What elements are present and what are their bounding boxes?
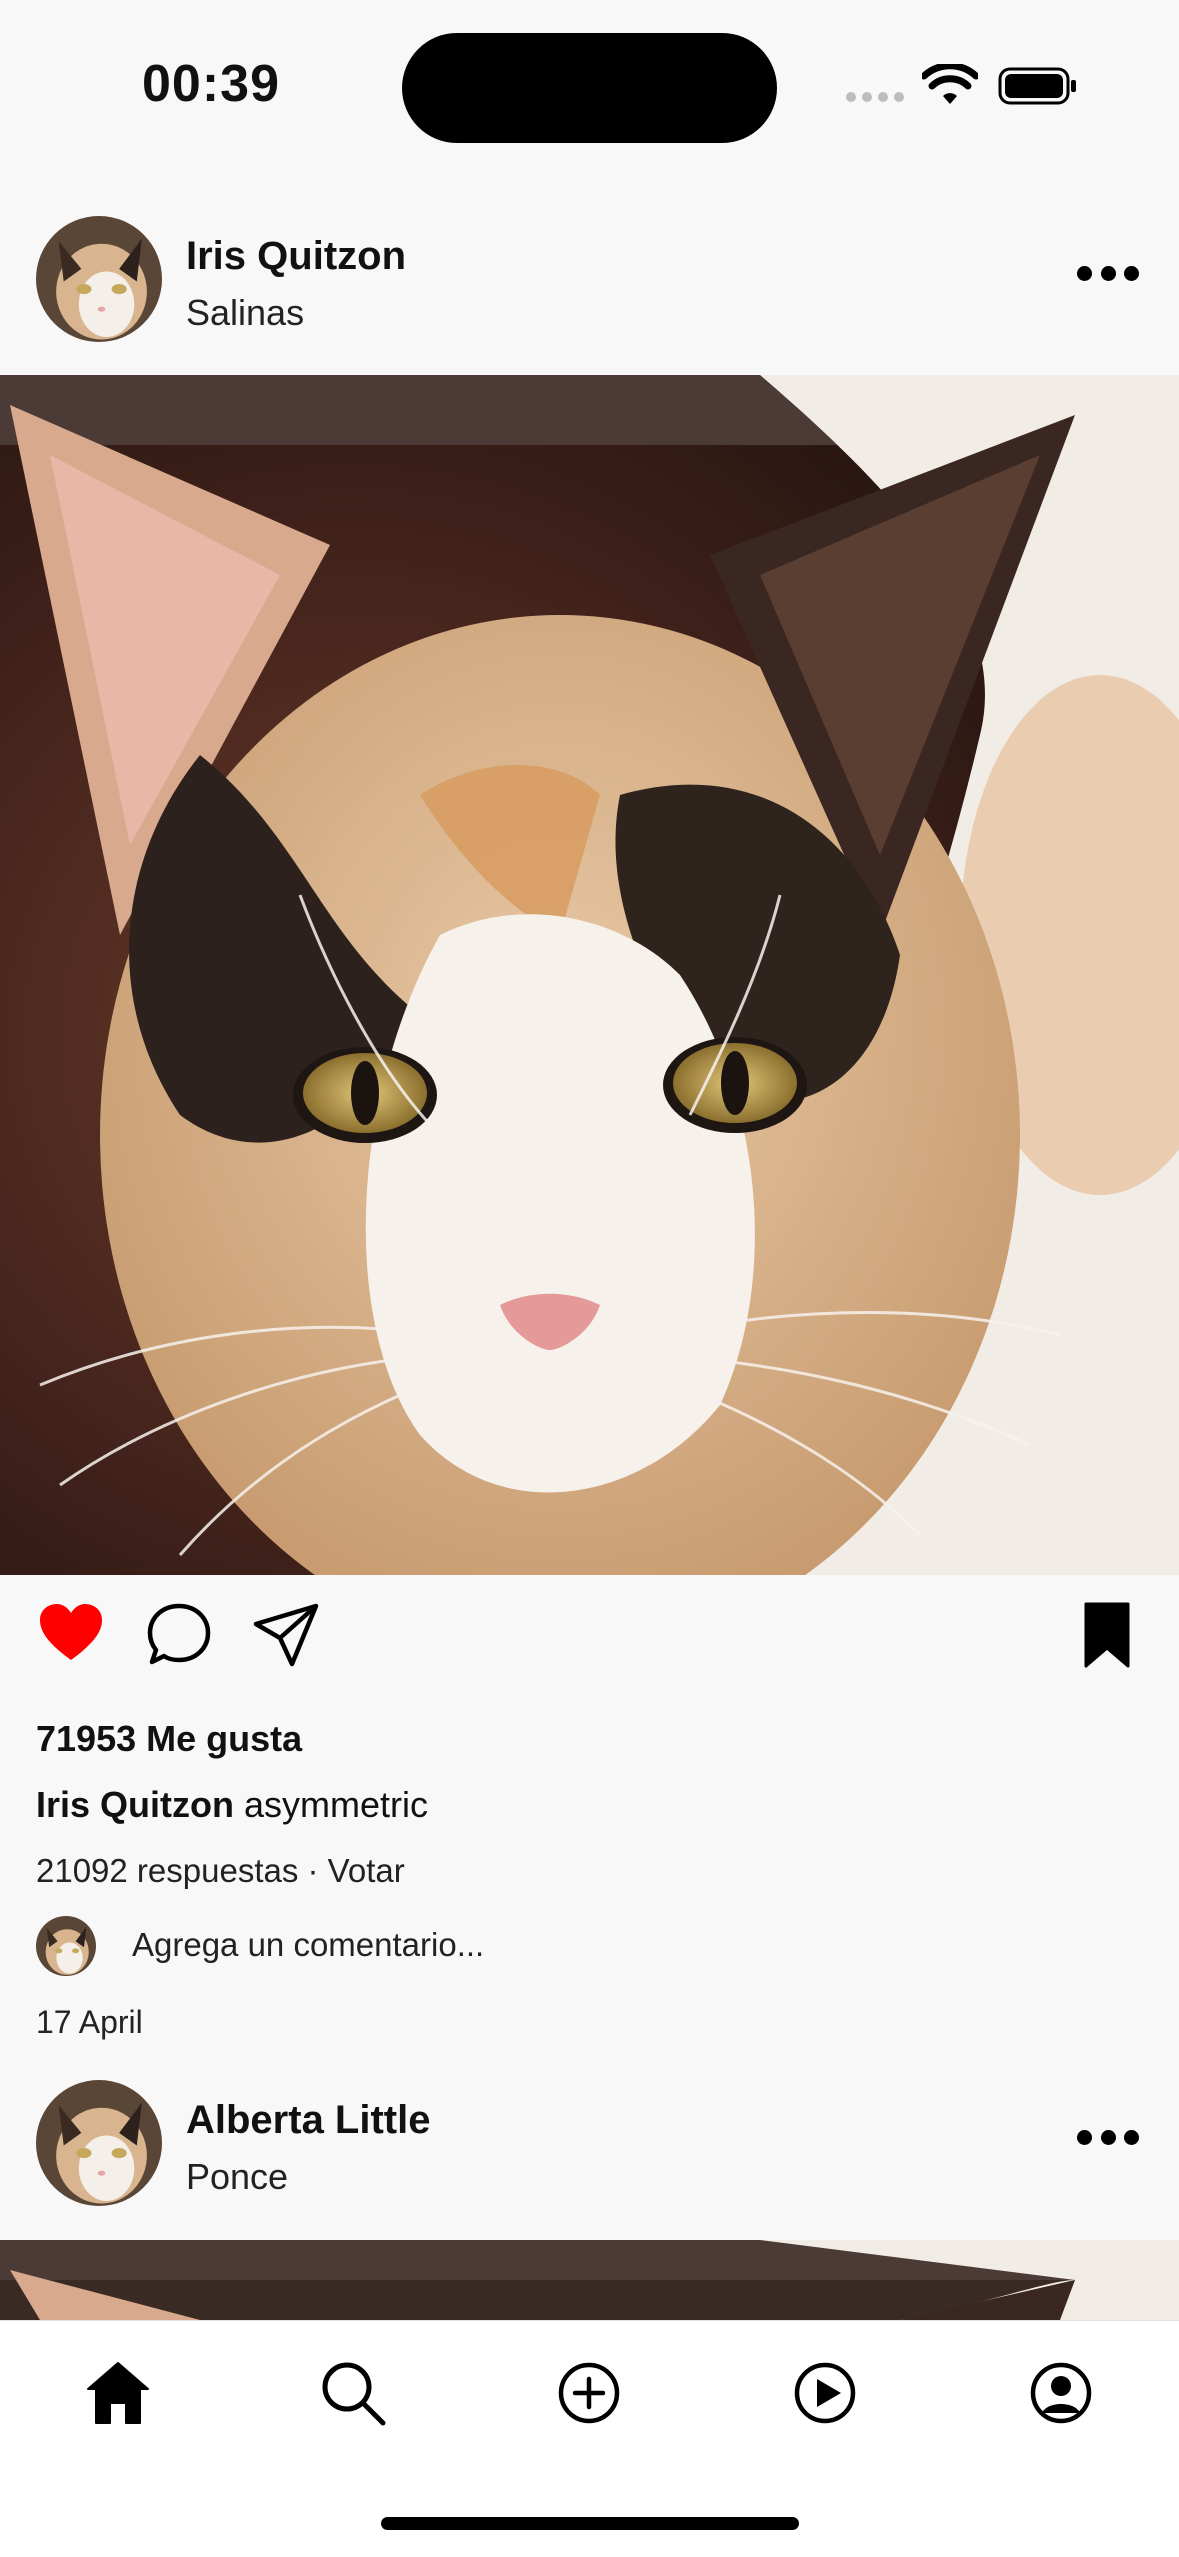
home-indicator[interactable]	[381, 2517, 799, 2530]
post-username[interactable]: Alberta Little	[186, 2098, 430, 2143]
comment-bubble-icon[interactable]	[144, 1600, 214, 1670]
post-image[interactable]	[0, 2240, 1179, 2320]
search-icon[interactable]	[317, 2357, 389, 2429]
add-comment-row[interactable]: Agrega un comentario...	[36, 1914, 736, 1980]
more-options-icon[interactable]	[1077, 258, 1139, 288]
status-bar: 00:39	[0, 0, 1179, 170]
avatar[interactable]	[36, 216, 162, 342]
post-date: 17 April	[36, 2004, 143, 2040]
post-actions	[0, 1600, 1179, 1690]
post-image[interactable]	[0, 375, 1179, 1575]
post-header: Iris Quitzon Salinas	[0, 196, 1179, 356]
heart-icon[interactable]	[36, 1600, 106, 1670]
wifi-icon	[922, 64, 978, 104]
status-time: 00:39	[142, 55, 280, 113]
play-icon[interactable]	[789, 2357, 861, 2429]
bookmark-icon[interactable]	[1072, 1600, 1142, 1670]
post-username[interactable]: Iris Quitzon	[186, 234, 406, 279]
home-icon[interactable]	[82, 2357, 154, 2429]
dynamic-island	[402, 33, 777, 143]
caption-text: asymmetric	[244, 1784, 429, 1825]
bottom-navigation	[0, 2320, 1179, 2557]
likes-count[interactable]: 71953 Me gusta	[36, 1718, 302, 1760]
replies-link[interactable]: 21092 respuestas · Votar	[36, 1852, 405, 1890]
avatar	[36, 1916, 96, 1976]
battery-icon	[998, 67, 1076, 105]
comment-input[interactable]: Agrega un comentario...	[132, 1926, 484, 1964]
caption: Iris Quitzon asymmetric	[36, 1784, 428, 1826]
profile-icon[interactable]	[1025, 2357, 1097, 2429]
paper-plane-icon[interactable]	[252, 1600, 322, 1670]
avatar[interactable]	[36, 2080, 162, 2206]
post-location[interactable]: Salinas	[186, 292, 304, 334]
add-icon[interactable]	[553, 2357, 625, 2429]
post-location[interactable]: Ponce	[186, 2156, 288, 2198]
post-header: Alberta Little Ponce	[0, 2060, 1179, 2220]
caption-username[interactable]: Iris Quitzon	[36, 1784, 234, 1825]
cellular-signal-icon	[846, 92, 904, 102]
more-options-icon[interactable]	[1077, 2122, 1139, 2152]
